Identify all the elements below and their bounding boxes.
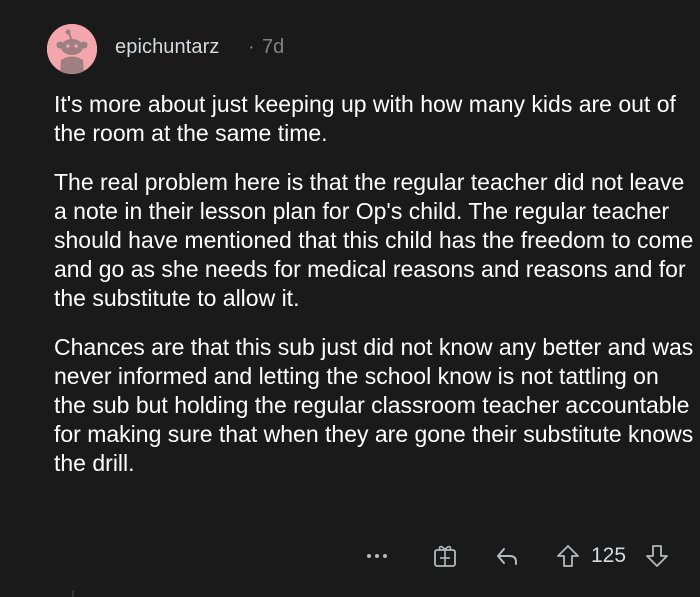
- award-button[interactable]: [430, 541, 460, 571]
- reply-button[interactable]: [492, 541, 522, 571]
- thread-line: [72, 590, 74, 597]
- comment-author[interactable]: epichuntarz: [115, 36, 220, 59]
- comment-paragraph: It's more about just keeping up with how…: [54, 91, 676, 146]
- snoo-avatar-icon: [47, 24, 97, 74]
- comment-age: 7d: [262, 36, 285, 58]
- comment-paragraph: Chances are that this sub just did not k…: [54, 334, 694, 476]
- upvote-button[interactable]: [553, 541, 583, 571]
- comment-paragraph: The real problem here is that the regula…: [54, 169, 694, 311]
- user-avatar[interactable]: [47, 24, 97, 74]
- upvote-arrow-icon: [557, 545, 579, 567]
- vote-score: 125: [591, 544, 627, 567]
- meta-separator: ·: [248, 36, 255, 58]
- comment-body: It's more about just keeping up with how…: [54, 90, 694, 498]
- reply-icon: [497, 548, 517, 565]
- downvote-button[interactable]: [642, 541, 672, 571]
- more-options-icon: [367, 554, 371, 558]
- comment-action-bar: 125: [0, 537, 700, 577]
- award-gift-icon: [434, 545, 456, 567]
- downvote-arrow-icon: [646, 545, 668, 567]
- more-options-button[interactable]: [362, 541, 392, 571]
